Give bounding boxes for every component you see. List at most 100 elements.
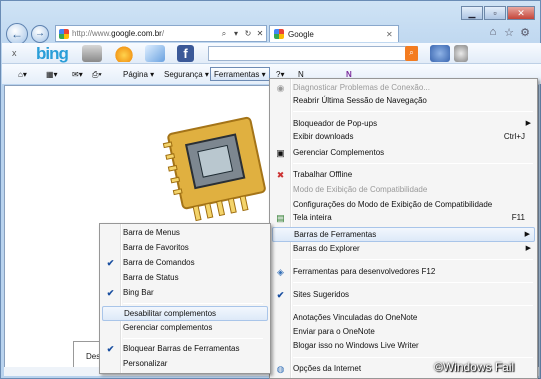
maximize-button[interactable]: ▫ bbox=[484, 6, 506, 20]
submenu-item-status-bar[interactable]: Barra de Status bbox=[102, 271, 268, 285]
submenu-item-favorites-bar[interactable]: Barra de Favoritos bbox=[102, 241, 268, 255]
submenu-item-customize[interactable]: Personalizar bbox=[102, 357, 268, 371]
search-icon[interactable]: ⌕ bbox=[218, 29, 230, 39]
address-url[interactable]: http://www.google.com.br/ bbox=[72, 29, 218, 38]
fullscreen-icon: ▤ bbox=[276, 213, 285, 223]
submenu-item-manage-addons[interactable]: Gerenciar complementos bbox=[102, 321, 268, 335]
gear-icon[interactable]: ⚙ bbox=[519, 26, 531, 40]
bing-search-button[interactable]: ⌕ bbox=[405, 46, 418, 61]
offline-icon: ✖ bbox=[276, 170, 285, 180]
menu-item-label: Barra de Status bbox=[123, 273, 179, 282]
network-icon: ◉ bbox=[276, 83, 285, 93]
send-plane-icon[interactable] bbox=[145, 45, 165, 62]
menu-item-fullscreen[interactable]: ▤ Tela inteira F11 bbox=[272, 211, 535, 225]
menu-item-dev-tools[interactable]: ◈ Ferramentas para desenvolvedores F12 bbox=[272, 265, 535, 279]
menu-item-label: Enviar para o OneNote bbox=[293, 327, 375, 336]
menu-item-shortcut: Ctrl+J bbox=[503, 132, 525, 141]
stop-icon[interactable]: ✕ bbox=[254, 29, 266, 38]
refresh-icon[interactable]: ↻ bbox=[242, 29, 254, 38]
home-menu-icon[interactable]: ⌂▾ bbox=[14, 67, 31, 81]
menu-item-reopen-session[interactable]: Reabrir Última Sessão de Navegação bbox=[272, 94, 535, 108]
menu-item-label: Diagnosticar Problemas de Conexão... bbox=[293, 83, 430, 92]
menu-item-label: Barra de Favoritos bbox=[123, 243, 189, 252]
watermark: ©Windows Fail bbox=[434, 360, 515, 374]
back-button[interactable]: ← bbox=[6, 23, 28, 45]
submenu-arrow-icon: ▶ bbox=[524, 231, 530, 238]
settings-icon[interactable] bbox=[454, 45, 468, 62]
submenu-item-bing-bar[interactable]: ✔ Bing Bar bbox=[102, 286, 268, 300]
chip-image bbox=[162, 116, 266, 222]
menu-separator bbox=[293, 163, 533, 164]
bing-bar: x bing f ⌕ bbox=[2, 43, 541, 64]
profile-icon[interactable] bbox=[430, 45, 450, 62]
menu-item-label: Anotações Vinculadas do OneNote bbox=[293, 313, 418, 322]
checkmark-icon: ✔ bbox=[276, 290, 285, 300]
weather-sun-icon[interactable] bbox=[114, 45, 134, 62]
menu-item-explorer-bars[interactable]: Barras do Explorer ▶ bbox=[272, 242, 535, 256]
menu-item-label: Barra de Comandos bbox=[123, 258, 195, 267]
menu-separator bbox=[293, 305, 533, 306]
dropdown-arrow-icon[interactable]: ▾ bbox=[230, 29, 242, 38]
menu-separator bbox=[293, 259, 533, 260]
menu-item-send-onenote[interactable]: Enviar para o OneNote bbox=[272, 325, 535, 339]
bing-search-input[interactable] bbox=[208, 46, 418, 61]
menu-item-toolbars[interactable]: Barras de Ferramentas ▶ bbox=[272, 227, 535, 242]
submenu-item-menu-bar[interactable]: Barra de Menus bbox=[102, 226, 268, 240]
close-tab-icon[interactable]: ✕ bbox=[386, 30, 398, 39]
menu-item-suggested-sites[interactable]: ✔ Sites Sugeridos bbox=[272, 288, 535, 302]
menu-item-label: Tela inteira bbox=[293, 213, 332, 222]
menu-item-live-writer[interactable]: Blogar isso no Windows Live Writer bbox=[272, 339, 535, 353]
menu-item-downloads[interactable]: Exibir downloads Ctrl+J bbox=[272, 130, 535, 144]
forward-button[interactable]: → bbox=[31, 25, 49, 43]
menu-item-label: Personalizar bbox=[123, 359, 168, 368]
menu-item-label: Ferramentas para desenvolvedores F12 bbox=[293, 267, 436, 276]
tab-title: Google bbox=[288, 29, 314, 39]
menu-item-onenote-notes[interactable]: Anotações Vinculadas do OneNote bbox=[272, 311, 535, 325]
menu-item-label: Bloqueador de Pop-ups bbox=[293, 119, 378, 128]
submenu-item-lock-toolbars[interactable]: ✔ Bloquear Barras de Ferramentas bbox=[102, 342, 268, 356]
tools-menu[interactable]: Ferramentas ▾ bbox=[210, 67, 270, 81]
menu-item-label: Sites Sugeridos bbox=[293, 290, 350, 299]
facebook-icon[interactable]: f bbox=[177, 45, 194, 62]
address-bar[interactable]: http://www.google.com.br/ ⌕ ▾ ↻ ✕ bbox=[55, 25, 267, 42]
menu-separator bbox=[123, 338, 263, 339]
close-window-button[interactable]: ✕ bbox=[507, 6, 535, 20]
submenu-item-command-bar[interactable]: ✔ Barra de Comandos bbox=[102, 256, 268, 270]
menu-item-label: Barras de Ferramentas bbox=[294, 230, 377, 239]
menu-item-label: Configurações do Modo de Exibição de Com… bbox=[293, 200, 493, 209]
menu-item-label: Trabalhar Offline bbox=[293, 170, 353, 179]
security-menu[interactable]: Segurança ▾ bbox=[160, 67, 213, 81]
title-bar: ▁ ▫ ✕ ← → http://www.google.com.br/ ⌕ ▾ … bbox=[1, 1, 541, 45]
menu-item-work-offline[interactable]: ✖ Trabalhar Offline bbox=[272, 168, 535, 182]
menu-item-label: Bloquear Barras de Ferramentas bbox=[123, 344, 240, 353]
bing-logo[interactable]: bing bbox=[36, 44, 69, 64]
tools-dropdown-menu: ◉ Diagnosticar Problemas de Conexão... Re… bbox=[269, 78, 538, 379]
submenu-arrow-icon: ▶ bbox=[525, 120, 531, 127]
tab-google[interactable]: Google ✕ bbox=[269, 25, 399, 42]
home-icon[interactable]: ⌂ bbox=[487, 26, 499, 40]
minimize-button[interactable]: ▁ bbox=[461, 6, 483, 20]
menu-item-label: Gerenciar complementos bbox=[123, 323, 213, 332]
menu-separator bbox=[293, 111, 533, 112]
mail-icon[interactable]: ✉▾ bbox=[68, 67, 87, 81]
print-icon[interactable]: ⎙▾ bbox=[88, 67, 106, 81]
feeds-icon[interactable]: ▦▾ bbox=[42, 67, 62, 81]
menu-item-label: Reabrir Última Sessão de Navegação bbox=[293, 96, 427, 105]
menu-item-label: Exibir downloads bbox=[293, 132, 354, 141]
car-icon[interactable] bbox=[82, 45, 102, 62]
page-menu[interactable]: Página ▾ bbox=[119, 67, 158, 81]
favorites-star-icon[interactable]: ☆ bbox=[503, 26, 515, 40]
close-bing-bar-icon[interactable]: x bbox=[12, 48, 17, 58]
menu-item-manage-addons[interactable]: ▣ Gerenciar Complementos bbox=[272, 146, 535, 160]
menu-item-compat-settings[interactable]: Configurações do Modo de Exibição de Com… bbox=[272, 198, 535, 212]
submenu-item-disable-addons[interactable]: Desabilitar complementos bbox=[102, 306, 268, 321]
menu-item-popup-blocker[interactable]: Bloqueador de Pop-ups ▶ bbox=[272, 117, 535, 131]
menu-separator bbox=[293, 357, 533, 358]
menu-item-diagnose[interactable]: ◉ Diagnosticar Problemas de Conexão... bbox=[272, 81, 535, 95]
menu-item-compat-view[interactable]: Modo de Exibição de Compatibilidade bbox=[272, 183, 535, 197]
url-domain: google.com.br bbox=[111, 29, 162, 38]
menu-item-label: Opções da Internet bbox=[293, 364, 362, 373]
menu-item-shortcut: F11 bbox=[511, 213, 525, 222]
browser-window: ▁ ▫ ✕ ← → http://www.google.com.br/ ⌕ ▾ … bbox=[0, 0, 541, 379]
menu-item-label: Gerenciar Complementos bbox=[293, 148, 385, 157]
